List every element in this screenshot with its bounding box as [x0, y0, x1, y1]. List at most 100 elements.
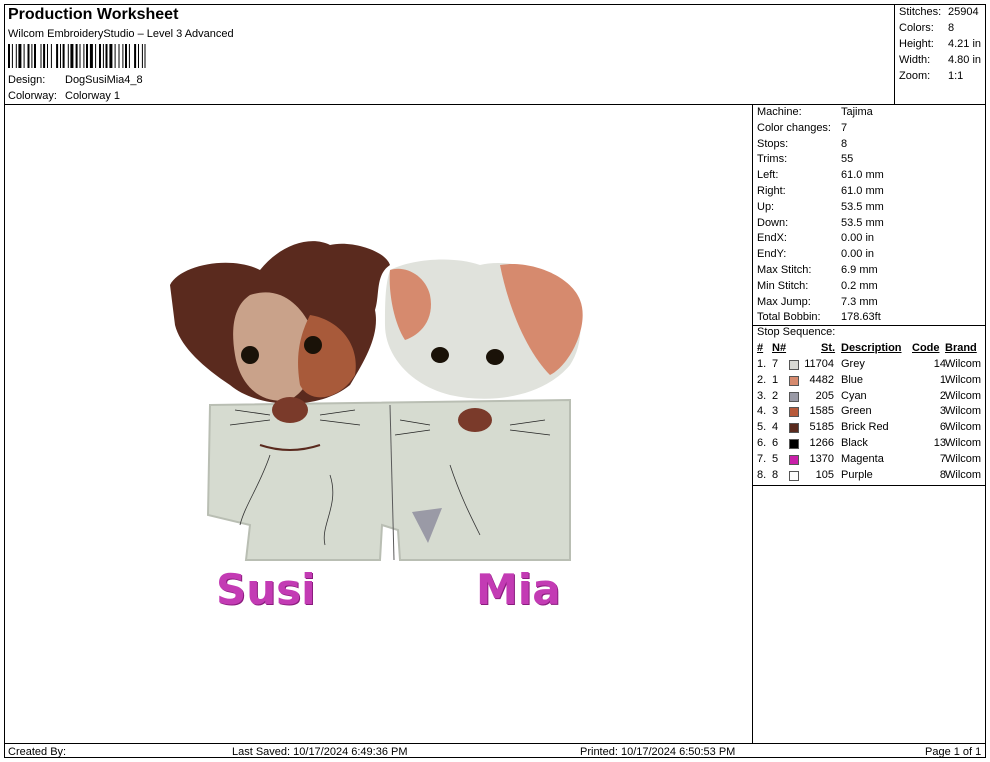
barcode-bar	[47, 44, 48, 68]
row-brand: Wilcom	[945, 405, 982, 418]
barcode-bar	[141, 44, 143, 68]
barcode-bar	[62, 44, 65, 68]
color-swatch-icon	[789, 407, 799, 418]
row-brand: Wilcom	[945, 437, 982, 449]
barcode-bar	[122, 44, 124, 68]
col-header-brand: Brand	[945, 342, 977, 354]
row-stitches: 4482	[809, 373, 834, 386]
col-header-n: N#	[772, 342, 787, 354]
barcode-bar	[134, 44, 137, 68]
stat-value: 53.5 mm	[841, 216, 884, 229]
stat-label: Right:	[757, 185, 786, 197]
barcode-image	[8, 44, 146, 68]
row-index: 6.	[757, 437, 767, 449]
stat-label: EndY:	[757, 248, 787, 261]
stat-label: Up:	[757, 200, 775, 213]
color-swatch-icon	[789, 423, 799, 434]
stat-label: Min Stitch:	[757, 279, 809, 292]
design-value: DogSusiMia4_8	[65, 74, 143, 86]
colors-label: Colors:	[899, 22, 934, 34]
row-description: Purple	[841, 468, 873, 481]
summary-box: Stitches: 25904 Colors: 8 Height: 4.21 i…	[894, 4, 986, 105]
stat-value: 0.00 in	[841, 232, 875, 245]
footer-divider	[4, 743, 986, 744]
embroidery-design-preview: Susi Mia	[150, 225, 610, 625]
barcode-bar	[27, 44, 30, 68]
stat-value: 61.0 mm	[841, 169, 884, 182]
row-index: 7.	[757, 452, 767, 465]
stat-value: 7	[841, 121, 848, 134]
color-swatch-icon	[789, 360, 799, 370]
row-needle: 7	[772, 358, 779, 370]
color-swatch-icon	[789, 439, 799, 449]
stat-label: Max Stitch:	[757, 264, 812, 276]
row-brand: Wilcom	[945, 389, 982, 402]
barcode-bar	[43, 44, 46, 68]
barcode-bar	[8, 44, 10, 68]
barcode-bar	[31, 44, 33, 68]
barcode-bar	[60, 44, 61, 68]
barcode-bar	[138, 44, 139, 68]
row-needle: 6	[772, 437, 779, 449]
row-brand: Wilcom	[945, 421, 982, 434]
barcode-bar	[118, 44, 120, 68]
barcode-bar	[125, 44, 127, 68]
created-by-label: Created By:	[8, 746, 67, 758]
stat-label: Color changes:	[757, 121, 831, 134]
barcode-bar	[144, 44, 146, 68]
row-stitches: 1585	[809, 405, 834, 418]
row-needle: 1	[772, 373, 779, 386]
stitches-label: Stitches:	[899, 6, 942, 18]
row-description: Magenta	[841, 452, 884, 465]
col-header-description: Description	[841, 342, 902, 354]
stat-label: EndX:	[757, 232, 787, 245]
row-needle: 4	[772, 421, 779, 434]
row-description: Green	[841, 405, 872, 418]
row-description: Grey	[841, 358, 865, 370]
col-header-num: #	[757, 342, 764, 354]
stitches-value: 25904	[948, 6, 979, 18]
barcode-bar	[79, 44, 81, 68]
printed-text: Printed: 10/17/2024 6:50:53 PM	[580, 746, 736, 758]
col-header-stitches: St.	[821, 342, 836, 354]
right-panel-divider	[752, 486, 753, 744]
row-index: 1.	[757, 358, 767, 370]
barcode-bar	[83, 44, 85, 68]
color-swatch-icon	[789, 470, 799, 481]
row-brand: Wilcom	[945, 358, 982, 370]
barcode-bar	[75, 44, 78, 68]
width-value: 4.80 in	[948, 54, 982, 66]
barcode-bar	[34, 44, 36, 68]
zoom-label: Zoom:	[899, 70, 931, 82]
row-index: 3.	[757, 389, 767, 402]
colors-value: 8	[948, 22, 955, 34]
row-stitches: 105	[815, 468, 834, 481]
row-description: Black	[841, 437, 868, 449]
row-stitches: 1266	[809, 437, 834, 449]
barcode-bar	[114, 44, 116, 68]
stat-value: 0.00 in	[841, 248, 875, 261]
row-needle: 3	[772, 405, 779, 418]
row-index: 8.	[757, 468, 767, 481]
stat-value: 0.2 mm	[841, 279, 878, 292]
barcode-bar	[99, 44, 101, 68]
row-stitches: 1370	[809, 452, 834, 465]
design-label: Design:	[8, 74, 46, 86]
name-susi: Susi	[216, 565, 316, 614]
stat-value: Tajima	[841, 106, 873, 118]
stats-panel: Machine: Tajima Color changes: 7 Stops: 8 Trim…	[752, 104, 986, 486]
barcode-bar	[86, 44, 88, 68]
barcode-bar	[11, 44, 13, 68]
row-stitches: 11704	[804, 358, 834, 370]
barcode-bar	[23, 44, 25, 68]
row-needle: 8	[772, 468, 779, 481]
barcode-bar	[89, 44, 93, 68]
color-swatch-icon	[789, 454, 799, 465]
barcode-bar	[18, 44, 22, 68]
stat-value: 6.9 mm	[841, 264, 878, 276]
row-needle: 5	[772, 452, 779, 465]
col-header-code: Code	[912, 342, 940, 354]
barcode-bar	[40, 44, 42, 68]
row-description: Brick Red	[841, 421, 889, 434]
stat-value: 61.0 mm	[841, 185, 884, 197]
